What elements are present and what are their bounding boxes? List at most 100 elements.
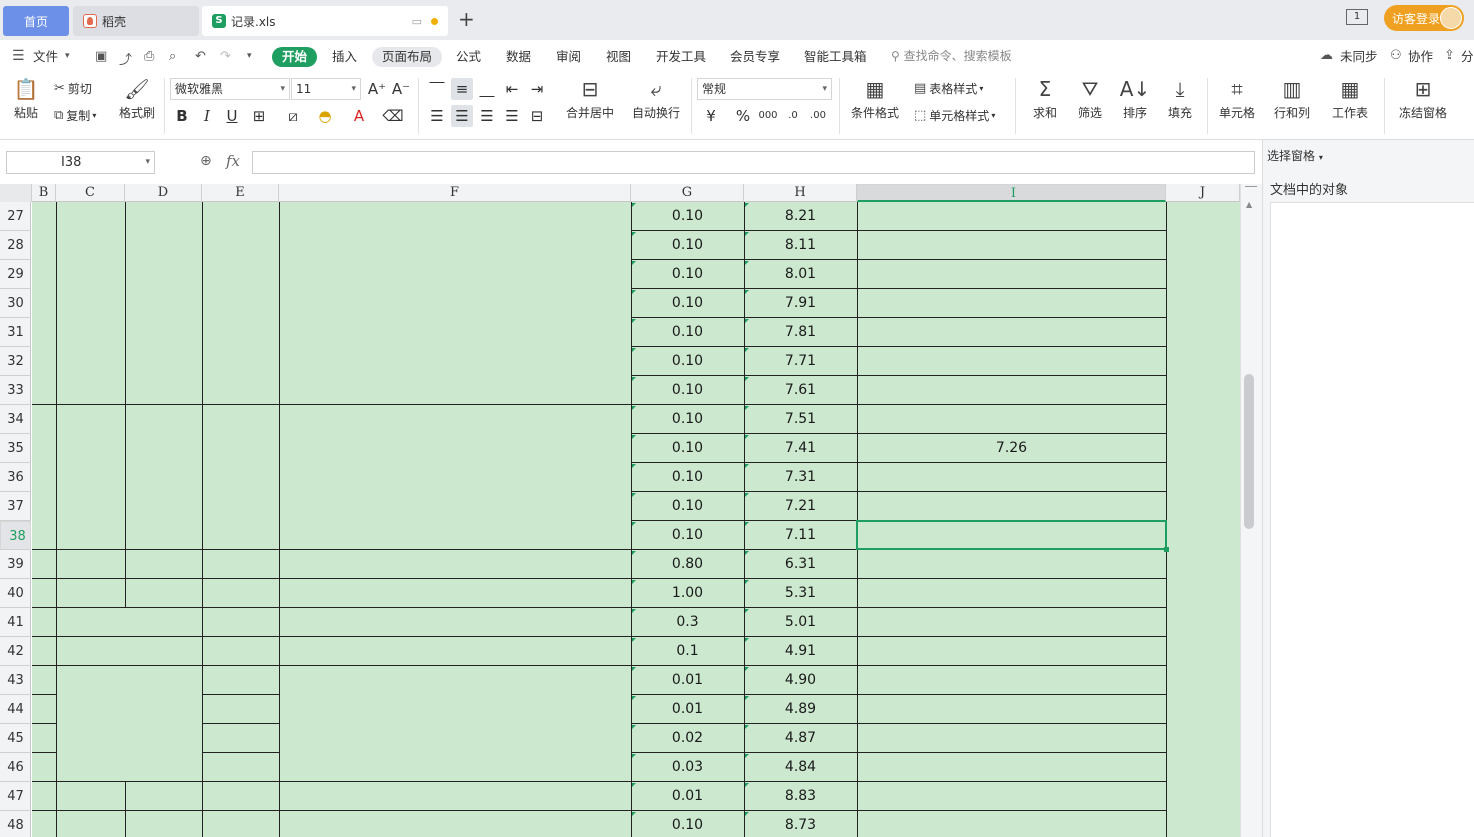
undo-icon[interactable]: ↶ (195, 49, 206, 64)
tab-data[interactable]: 数据 (506, 47, 531, 67)
cell-g[interactable]: 0.10 (631, 376, 744, 405)
cell-h[interactable]: 5.31 (744, 579, 857, 608)
table-style-button[interactable]: ▤ 表格样式 ▾ (914, 80, 983, 97)
cell-i[interactable] (857, 724, 1166, 753)
column-header-f[interactable]: F (279, 184, 631, 202)
selected-cell-outline[interactable] (856, 520, 1167, 550)
fx-icon[interactable]: fx (226, 152, 240, 170)
row-header[interactable]: 29 (0, 260, 31, 289)
row-header[interactable]: 42 (0, 637, 31, 666)
name-box[interactable]: I38 ▾ (6, 151, 155, 174)
tab-page-layout[interactable]: 页面布局 (372, 47, 443, 67)
cell-h[interactable]: 7.71 (744, 347, 857, 376)
collab-button[interactable]: 协作 (1408, 47, 1433, 67)
cell-g[interactable]: 0.3 (631, 608, 744, 637)
cell-style-button[interactable]: ⬚ 单元格样式 ▾ (914, 107, 995, 124)
distributed-icon[interactable]: ⊟ (526, 105, 548, 127)
sort-button[interactable]: A↓ 排序 (1115, 78, 1155, 121)
decrease-decimal-icon[interactable]: .00 (807, 105, 829, 127)
cell-g[interactable]: 0.10 (631, 260, 744, 289)
cell-g[interactable]: 0.10 (631, 231, 744, 260)
cell-button[interactable]: ⌗ 单元格 (1213, 78, 1261, 121)
cell-g[interactable]: 0.01 (631, 782, 744, 811)
cell-i[interactable] (857, 637, 1166, 666)
cell-h[interactable]: 4.89 (744, 695, 857, 724)
align-middle-icon[interactable]: ≡ (451, 78, 473, 100)
row-header[interactable]: 48 (0, 811, 31, 837)
split-handle[interactable] (1245, 186, 1257, 187)
row-header[interactable]: 44 (0, 695, 31, 724)
cell-g[interactable]: 0.10 (631, 289, 744, 318)
cell-h[interactable]: 8.01 (744, 260, 857, 289)
row-header[interactable]: 41 (0, 608, 31, 637)
cell-g[interactable]: 0.10 (631, 492, 744, 521)
indent-decrease-icon[interactable]: ⇤ (501, 78, 523, 100)
cell-h[interactable]: 8.83 (744, 782, 857, 811)
row-header[interactable]: 46 (0, 753, 31, 782)
row-header[interactable]: 47 (0, 782, 31, 811)
formula-input[interactable] (252, 151, 1255, 174)
fill-pattern-icon[interactable]: ⧄ (282, 105, 304, 127)
row-header[interactable]: 39 (0, 550, 31, 579)
guest-login-button[interactable]: 访客登录 (1384, 5, 1464, 31)
cell-i[interactable] (857, 231, 1166, 260)
font-grow-icon[interactable]: A⁺ (366, 78, 388, 100)
font-name-select[interactable]: 微软雅黑 ▾ (170, 78, 290, 100)
row-header[interactable]: 36 (0, 463, 31, 492)
indent-increase-icon[interactable]: ⇥ (526, 78, 548, 100)
paste-button[interactable]: 📋 粘贴 (8, 78, 44, 121)
cell-g[interactable]: 0.01 (631, 666, 744, 695)
share-button[interactable]: 分 (1461, 47, 1474, 67)
row-header[interactable]: 34 (0, 405, 31, 434)
column-header-j[interactable]: J (1166, 184, 1240, 202)
hamburger-icon[interactable]: ☰ (12, 48, 25, 64)
fill-color-icon[interactable]: ◓ (314, 105, 336, 127)
cell-g[interactable]: 0.10 (631, 811, 744, 837)
row-header[interactable]: 38 (0, 521, 31, 550)
scroll-up-icon[interactable]: ▲ (1246, 200, 1252, 209)
cell-h[interactable]: 7.21 (744, 492, 857, 521)
row-col-button[interactable]: ▥ 行和列 (1268, 78, 1316, 121)
cell-g[interactable]: 0.10 (631, 202, 744, 231)
font-shrink-icon[interactable]: A⁻ (390, 78, 412, 100)
cell-i[interactable] (857, 289, 1166, 318)
number-format-select[interactable]: 常规 ▾ (697, 78, 832, 100)
row-header[interactable]: 32 (0, 347, 31, 376)
column-header-h[interactable]: H (744, 184, 857, 202)
cell-h[interactable]: 7.61 (744, 376, 857, 405)
select-all-corner[interactable] (0, 184, 32, 202)
new-tab-button[interactable]: + (458, 9, 475, 29)
pane-title[interactable]: 选择窗格 ▾ (1267, 147, 1323, 164)
align-top-icon[interactable]: ⎺ (426, 78, 448, 100)
currency-icon[interactable]: ¥ (700, 105, 722, 127)
wrap-text-button[interactable]: ⤶ 自动换行 (628, 78, 684, 121)
cell-h[interactable]: 4.84 (744, 753, 857, 782)
sum-button[interactable]: Σ 求和 (1025, 78, 1065, 121)
cell-g[interactable]: 0.10 (631, 434, 744, 463)
cell-i[interactable] (857, 753, 1166, 782)
cell-h[interactable]: 5.01 (744, 608, 857, 637)
chevron-down-icon[interactable]: ▾ (65, 51, 70, 61)
cell-i[interactable] (857, 376, 1166, 405)
cut-button[interactable]: ✂ 剪切 (54, 80, 92, 97)
row-header[interactable]: 35 (0, 434, 31, 463)
cell-i[interactable]: 7.26 (857, 434, 1166, 463)
cell-h[interactable]: 8.21 (744, 202, 857, 231)
cell-h[interactable]: 8.73 (744, 811, 857, 837)
column-header-i[interactable]: I (857, 184, 1166, 202)
cell-i[interactable] (857, 347, 1166, 376)
monitor-icon[interactable]: ▭ (412, 15, 422, 28)
window-count-icon[interactable]: 1 (1346, 9, 1368, 25)
merge-center-button[interactable]: ⊟ 合并居中 (560, 78, 620, 121)
tab-smart-tools[interactable]: 智能工具箱 (804, 47, 867, 67)
sync-status[interactable]: 未同步 (1340, 47, 1378, 67)
row-header[interactable]: 40 (0, 579, 31, 608)
chevron-down-icon[interactable]: ▾ (247, 51, 252, 61)
cell-g[interactable]: 1.00 (631, 579, 744, 608)
cell-i[interactable] (857, 608, 1166, 637)
tab-view[interactable]: 视图 (606, 47, 631, 67)
percent-icon[interactable]: % (732, 105, 754, 127)
cell-g[interactable]: 0.01 (631, 695, 744, 724)
cell-g[interactable]: 0.10 (631, 318, 744, 347)
cell-h[interactable]: 4.90 (744, 666, 857, 695)
